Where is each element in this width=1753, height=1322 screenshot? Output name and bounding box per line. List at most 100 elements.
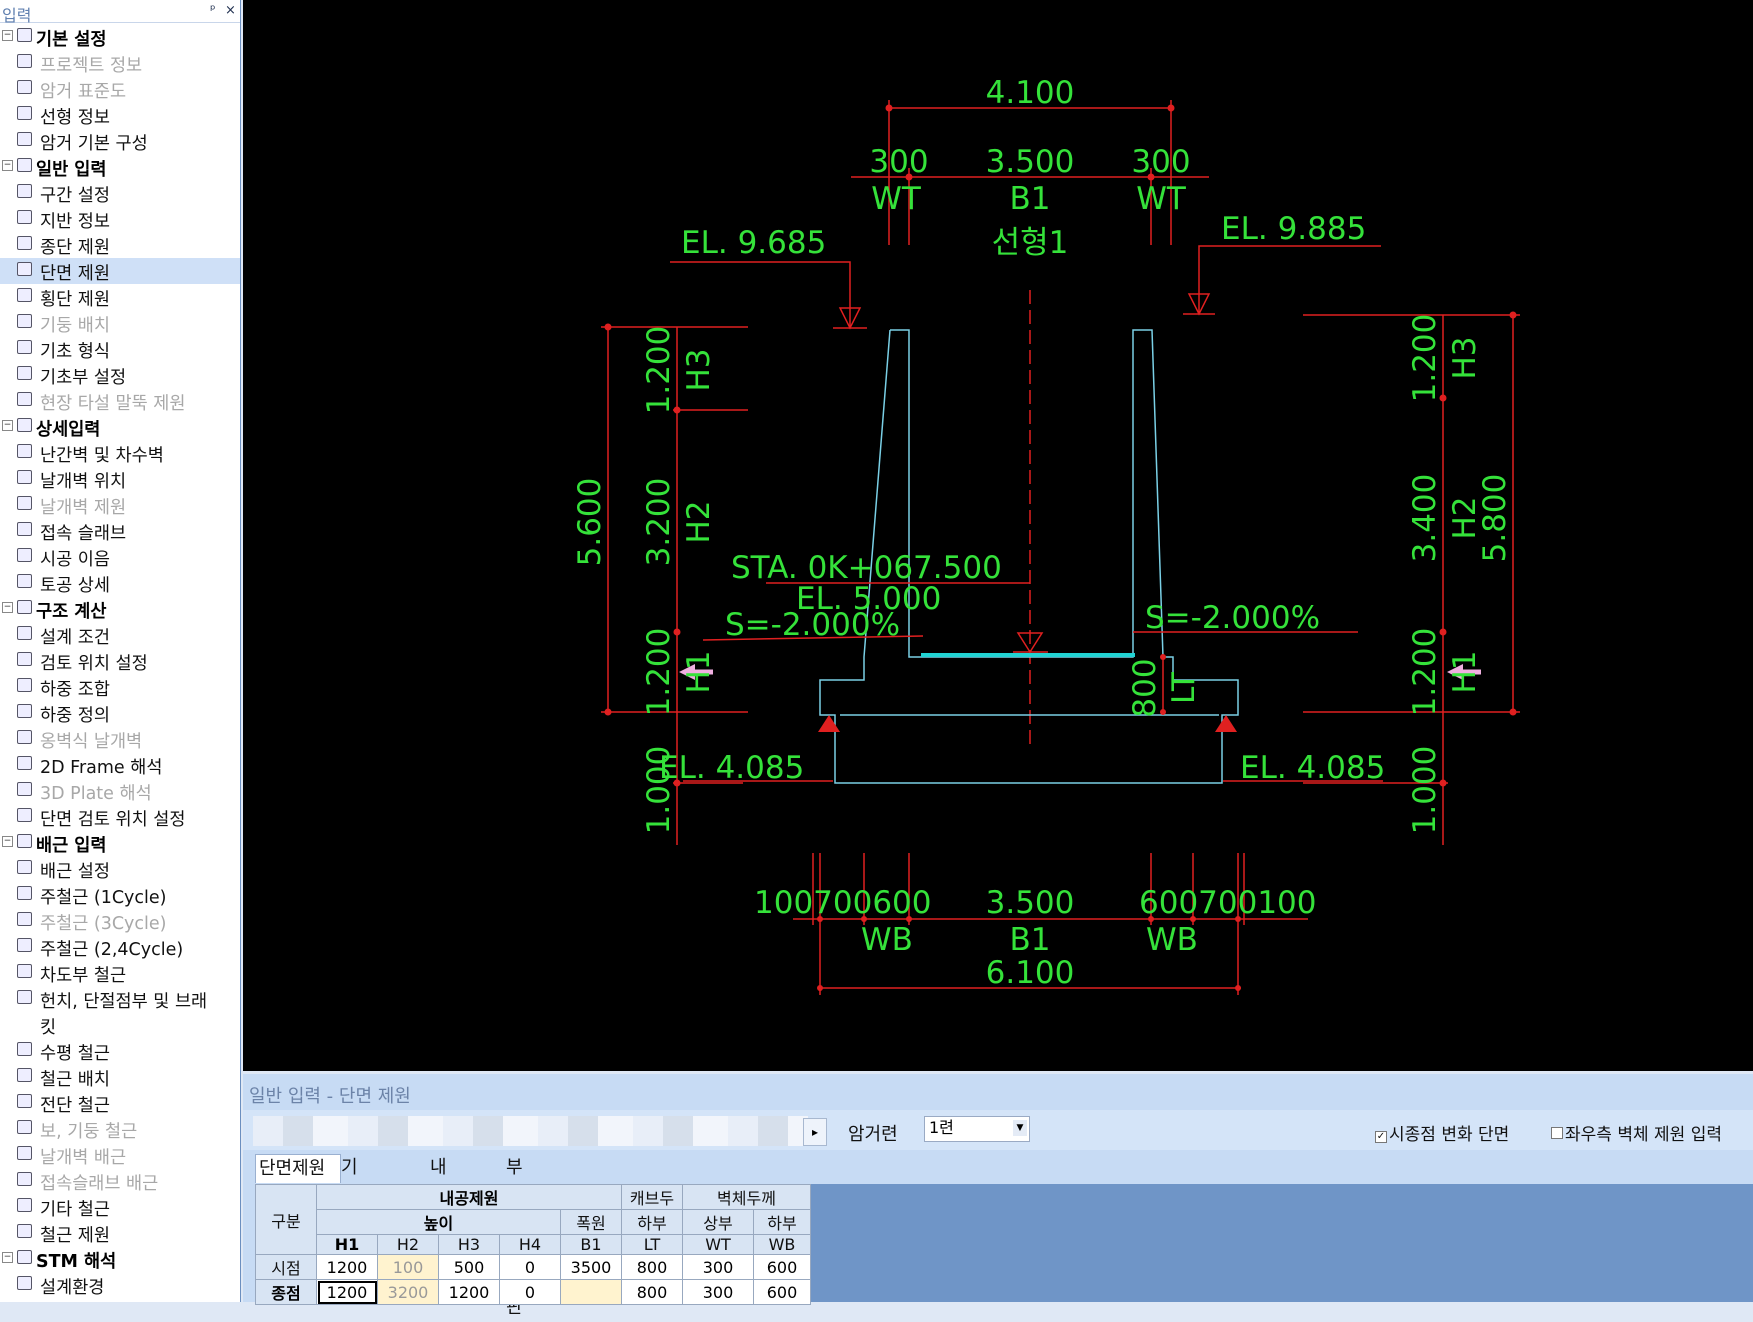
tree-item[interactable]: 주철근 (1Cycle) bbox=[0, 882, 240, 908]
collapse-icon[interactable]: − bbox=[2, 420, 13, 431]
chevron-down-icon[interactable]: ▼ bbox=[1013, 1120, 1027, 1136]
tree-item[interactable]: 횡단 제원 bbox=[0, 284, 240, 310]
tree-item[interactable]: 주철근 (2,4Cycle) bbox=[0, 934, 240, 960]
cell-b1[interactable] bbox=[560, 1279, 622, 1305]
close-icon[interactable]: × bbox=[225, 3, 236, 18]
tree-label: 상세입력 bbox=[36, 420, 101, 440]
tree-item[interactable]: 기초부 설정 bbox=[0, 362, 240, 388]
tab-inner-haunch[interactable]: 내부헌치 bbox=[427, 1154, 450, 1262]
tree-item[interactable]: 철근 배치 bbox=[0, 1064, 240, 1090]
dim-total-right: 5.800 bbox=[1477, 474, 1513, 563]
cell-lt[interactable]: 800 bbox=[621, 1254, 683, 1280]
collapse-icon[interactable]: − bbox=[2, 30, 13, 41]
cell-wt[interactable]: 300 bbox=[682, 1279, 754, 1305]
tree-item[interactable]: 보, 기둥 철근 bbox=[0, 1116, 240, 1142]
tree-item[interactable]: 시공 이음 bbox=[0, 544, 240, 570]
tree-item[interactable]: 암거 표준도 bbox=[0, 76, 240, 102]
tree-item[interactable]: 전단 철근 bbox=[0, 1090, 240, 1116]
tree-item[interactable]: 구간 설정 bbox=[0, 180, 240, 206]
tree-label: 구간 설정 bbox=[40, 186, 110, 206]
tree-category[interactable]: − 기본 설정 bbox=[0, 24, 240, 50]
tree-item[interactable]: 난간벽 및 차수벽 bbox=[0, 440, 240, 466]
checkbox-unchecked-icon[interactable] bbox=[1551, 1127, 1563, 1139]
tree-item[interactable]: 암거 기본 구성 bbox=[0, 128, 240, 154]
tree-item[interactable]: 설계 조건 bbox=[0, 622, 240, 648]
tree-item[interactable]: 헌치, 단절점부 및 브래 bbox=[0, 986, 240, 1012]
tree-category[interactable]: − 배근 입력 bbox=[0, 830, 240, 856]
tree-item[interactable]: 지반 정보 bbox=[0, 206, 240, 232]
tree-category[interactable]: − 일반 입력 bbox=[0, 154, 240, 180]
input-panel-header: 입력 ᵖ × bbox=[0, 0, 240, 25]
start-end-variable-section-checkbox[interactable]: ✓ 시종점 변화 단면 bbox=[1375, 1120, 1509, 1145]
cell-h4[interactable]: 0 bbox=[499, 1279, 561, 1305]
cell-h2[interactable]: 100 bbox=[377, 1254, 439, 1280]
cell-b1[interactable]: 3500 bbox=[560, 1254, 622, 1280]
tree-item[interactable]: 기타 철근 bbox=[0, 1194, 240, 1220]
tab-anti-float-slab[interactable]: 부상방지저판 bbox=[503, 1154, 526, 1318]
collapse-icon[interactable]: − bbox=[2, 602, 13, 613]
tree-category[interactable]: − 상세입력 bbox=[0, 414, 240, 440]
tree-item[interactable]: 프로젝트 정보 bbox=[0, 50, 240, 76]
header-wall-thickness: 벽체두께 bbox=[682, 1184, 811, 1210]
pin-icon[interactable]: ᵖ bbox=[210, 3, 216, 18]
header-inner-dims: 내공제원 bbox=[316, 1184, 622, 1210]
item-icon bbox=[17, 444, 32, 458]
tree-item[interactable]: 설계환경 bbox=[0, 1272, 240, 1298]
cell-h4[interactable]: 0 bbox=[499, 1254, 561, 1280]
tree-item[interactable]: 선형 정보 bbox=[0, 102, 240, 128]
tree-item[interactable]: 단면 검토 위치 설정 bbox=[0, 804, 240, 830]
item-icon bbox=[17, 132, 32, 146]
cell-h1[interactable]: 1200 bbox=[316, 1279, 378, 1305]
tree-item[interactable]: 접속 슬래브 bbox=[0, 518, 240, 544]
item-icon bbox=[17, 106, 32, 120]
tree-item[interactable]: 옹벽식 날개벽 bbox=[0, 726, 240, 752]
tree-item[interactable]: 하중 조합 bbox=[0, 674, 240, 700]
collapse-icon[interactable]: − bbox=[2, 1252, 13, 1263]
tree-item[interactable]: 3D Plate 해석 bbox=[0, 778, 240, 804]
tree-item[interactable]: 토공 상세 bbox=[0, 570, 240, 596]
category-icon bbox=[17, 418, 32, 432]
section-drawing-canvas[interactable]: 4.100 300 3.500 300 WT B1 WT EL. 9.685 E… bbox=[243, 0, 1753, 1071]
tree-item[interactable]: 접속슬래브 배근 bbox=[0, 1168, 240, 1194]
tree-item[interactable]: 하중 정의 bbox=[0, 700, 240, 726]
dim-h3-left: 1.200 bbox=[641, 326, 677, 415]
label-h1-left: H1 bbox=[681, 650, 717, 693]
tab-other-dims[interactable]: 기타제원 bbox=[338, 1154, 361, 1262]
tree-category[interactable]: − STM 해석 bbox=[0, 1246, 240, 1272]
cell-wt[interactable]: 300 bbox=[682, 1254, 754, 1280]
tree-item[interactable]: 기둥 배치 bbox=[0, 310, 240, 336]
cell-h3[interactable]: 1200 bbox=[438, 1279, 500, 1305]
collapse-icon[interactable]: − bbox=[2, 836, 13, 847]
tree-item[interactable]: 차도부 철근 bbox=[0, 960, 240, 986]
tree-item[interactable]: 날개벽 위치 bbox=[0, 466, 240, 492]
nav-arrow-button[interactable]: ▸ bbox=[803, 1118, 827, 1146]
cell-h2[interactable]: 3200 bbox=[377, 1279, 439, 1305]
dim-h2-right: 3.400 bbox=[1407, 474, 1443, 563]
tree-item[interactable]: 수평 철근 bbox=[0, 1038, 240, 1064]
item-icon bbox=[17, 366, 32, 380]
tab-section-dims[interactable]: 단면제원 bbox=[255, 1154, 341, 1183]
tree-item[interactable]: 종단 제원 bbox=[0, 232, 240, 258]
cell-h1[interactable]: 1200 bbox=[316, 1254, 378, 1280]
cell-wb[interactable]: 600 bbox=[753, 1254, 811, 1280]
tree-item[interactable]: 2D Frame 해석 bbox=[0, 752, 240, 778]
tree-item[interactable]: 현장 타설 말뚝 제원 bbox=[0, 388, 240, 414]
tree-item[interactable]: 날개벽 제원 bbox=[0, 492, 240, 518]
bridge-count-select[interactable]: 1련 ▼ bbox=[924, 1116, 1030, 1142]
tree-item[interactable]: 기초 형식 bbox=[0, 336, 240, 362]
cell-h3[interactable]: 500 bbox=[438, 1254, 500, 1280]
tree-item[interactable]: 단면 제원 bbox=[0, 258, 240, 284]
tree-item[interactable]: 날개벽 배근 bbox=[0, 1142, 240, 1168]
tree-label: 차도부 철근 bbox=[40, 966, 127, 986]
collapse-icon[interactable]: − bbox=[2, 160, 13, 171]
tree-item[interactable]: 배근 설정 bbox=[0, 856, 240, 882]
left-right-wall-input-checkbox[interactable]: 좌우측 벽체 제원 입력 bbox=[1551, 1120, 1722, 1145]
tree-item[interactable]: 주철근 (3Cycle) bbox=[0, 908, 240, 934]
tree-category[interactable]: − 구조 계산 bbox=[0, 596, 240, 622]
tree-label: 단면 검토 위치 설정 bbox=[40, 810, 186, 830]
tree-item[interactable]: 철근 제원 bbox=[0, 1220, 240, 1246]
checkbox-checked-icon[interactable]: ✓ bbox=[1375, 1131, 1387, 1143]
tree-item[interactable]: 검토 위치 설정 bbox=[0, 648, 240, 674]
cell-lt[interactable]: 800 bbox=[621, 1279, 683, 1305]
cell-wb[interactable]: 600 bbox=[753, 1279, 811, 1305]
